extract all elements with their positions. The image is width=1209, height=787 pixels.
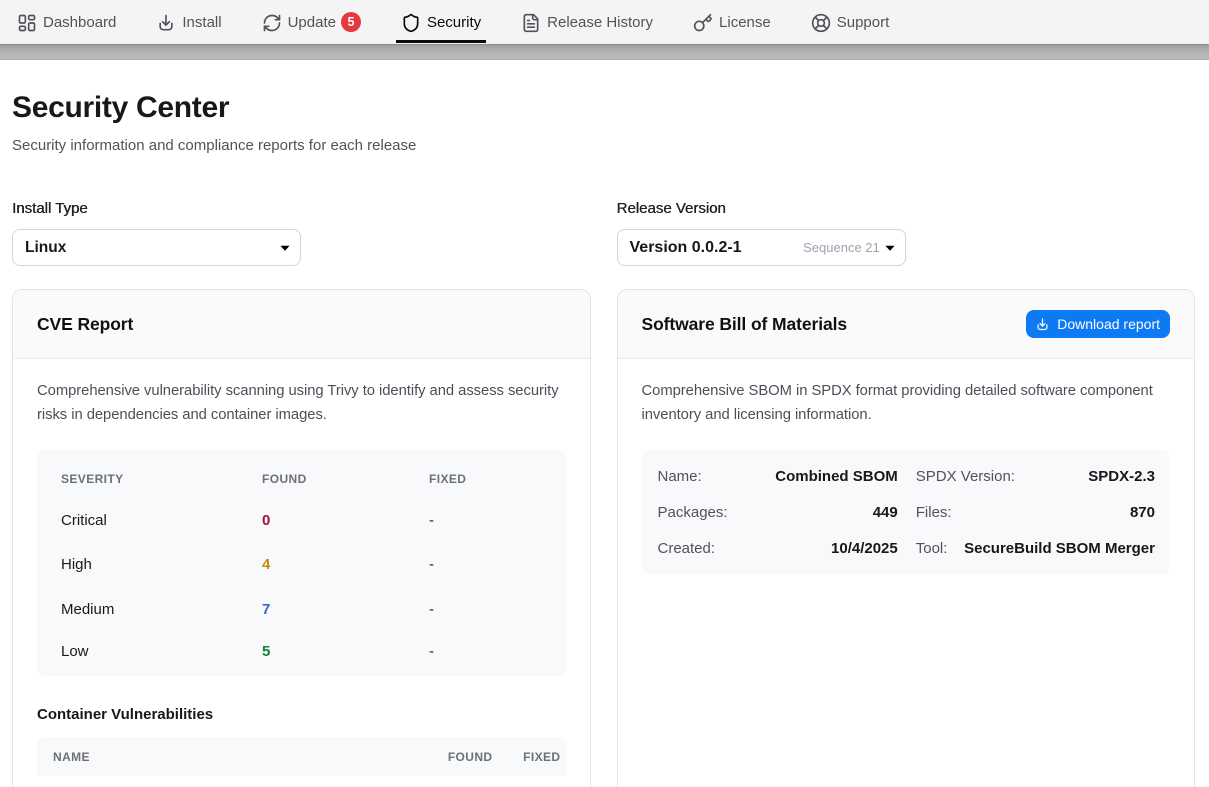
install-type-label: Install Type: [12, 200, 591, 217]
nav-label: Support: [837, 14, 890, 31]
nav-item-security[interactable]: Security: [396, 0, 486, 44]
update-icon: [262, 13, 282, 33]
fixed-count: -: [429, 632, 566, 677]
nav-item-dashboard[interactable]: Dashboard: [12, 0, 121, 44]
cve-description: Comprehensive vulnerability scanning usi…: [37, 379, 566, 427]
name-col-header: NAME: [53, 750, 425, 764]
fixed-count: -: [429, 543, 566, 588]
found-count: 5: [262, 632, 429, 677]
dashboard-icon: [17, 13, 37, 33]
field-label: Tool:: [916, 540, 948, 557]
release-version-select[interactable]: Version 0.0.2-1 Sequence 21: [617, 229, 906, 266]
sbom-field-created: Created: 10/4/2025: [642, 530, 906, 566]
download-report-button[interactable]: Download report: [1026, 310, 1170, 338]
field-label: Name:: [658, 468, 702, 485]
page-title: Security Center: [12, 91, 1195, 125]
cve-card-title: CVE Report: [37, 314, 133, 335]
release-version-group: Release Version Version 0.0.2-1 Sequence…: [617, 200, 1196, 266]
main-content: Security Center Security information and…: [0, 60, 1209, 787]
download-icon: [1035, 317, 1050, 332]
field-label: SPDX Version:: [916, 468, 1015, 485]
window-divider-strip: [0, 44, 1209, 60]
found-col-header: FOUND: [425, 750, 493, 764]
severity-label: Low: [37, 632, 262, 677]
sbom-field-files: Files: 870: [906, 494, 1170, 530]
fixed-count: -: [429, 498, 566, 543]
table-row: Low 5 -: [37, 632, 566, 677]
filters-row: Install Type Linux Release Version Versi…: [12, 200, 1195, 266]
sbom-field-name: Name: Combined SBOM: [642, 458, 906, 494]
severity-col-header: SEVERITY: [37, 450, 262, 498]
table-row: High 4 -: [37, 543, 566, 588]
top-navigation: Dashboard Install Update 5 Security Rele…: [0, 0, 1209, 44]
sbom-card-header: Software Bill of Materials Download repo…: [618, 290, 1195, 359]
nav-label: License: [719, 14, 771, 31]
nav-label: Release History: [547, 14, 653, 31]
sbom-card-title: Software Bill of Materials: [642, 314, 848, 335]
nav-item-license[interactable]: License: [688, 0, 776, 44]
support-icon: [811, 13, 831, 33]
cve-card-body: Comprehensive vulnerability scanning usi…: [13, 359, 590, 787]
container-vulnerabilities-title: Container Vulnerabilities: [37, 706, 566, 723]
fixed-col-header: FIXED: [429, 450, 566, 498]
table-row: Critical 0 -: [37, 498, 566, 543]
found-col-header: FOUND: [262, 450, 429, 498]
nav-label: Update: [288, 14, 336, 31]
report-cards: CVE Report Comprehensive vulnerability s…: [12, 289, 1195, 787]
found-count: 7: [262, 587, 429, 632]
release-history-icon: [521, 13, 541, 33]
cve-card-header: CVE Report: [13, 290, 590, 359]
install-type-select[interactable]: Linux: [12, 229, 301, 266]
nav-item-install[interactable]: Install: [151, 0, 226, 44]
cve-report-card: CVE Report Comprehensive vulnerability s…: [12, 289, 591, 787]
severity-table: SEVERITY FOUND FIXED Critical 0 -: [37, 450, 566, 676]
found-count: 4: [262, 543, 429, 588]
sbom-info-grid: Name: Combined SBOM SPDX Version: SPDX-2…: [642, 458, 1171, 566]
release-version-label: Release Version: [617, 200, 1196, 217]
field-value: SecureBuild SBOM Merger: [964, 540, 1155, 557]
sbom-description: Comprehensive SBOM in SPDX format provid…: [642, 379, 1171, 427]
install-icon: [156, 13, 176, 33]
field-value: 10/4/2025: [831, 540, 898, 557]
sbom-field-spdx-version: SPDX Version: SPDX-2.3: [906, 458, 1170, 494]
sbom-field-tool: Tool: SecureBuild SBOM Merger: [906, 530, 1170, 566]
nav-item-release-history[interactable]: Release History: [516, 0, 658, 44]
sbom-field-packages: Packages: 449: [642, 494, 906, 530]
field-label: Files:: [916, 504, 952, 521]
severity-label: Critical: [37, 498, 262, 543]
sbom-info-panel: Name: Combined SBOM SPDX Version: SPDX-2…: [642, 450, 1171, 574]
field-value: Combined SBOM: [775, 468, 898, 485]
field-label: Packages:: [658, 504, 728, 521]
caret-down-icon: [885, 245, 895, 251]
field-value: 870: [1130, 504, 1155, 521]
nav-item-support[interactable]: Support: [806, 0, 895, 44]
nav-label: Security: [427, 14, 481, 31]
fixed-count: -: [429, 587, 566, 632]
install-type-group: Install Type Linux: [12, 200, 591, 266]
table-row: Medium 7 -: [37, 587, 566, 632]
caret-down-icon: [280, 245, 290, 251]
page-subtitle: Security information and compliance repo…: [12, 137, 1195, 154]
install-type-value: Linux: [25, 239, 66, 257]
release-sequence-label: Sequence 21: [803, 240, 880, 255]
license-icon: [693, 13, 713, 33]
container-table-header: NAME FOUND FIXED: [37, 737, 566, 776]
nav-label: Install: [182, 14, 221, 31]
nav-item-update[interactable]: Update 5: [257, 0, 366, 44]
security-icon: [401, 13, 421, 33]
field-value: SPDX-2.3: [1088, 468, 1155, 485]
found-count: 0: [262, 498, 429, 543]
sbom-card-body: Comprehensive SBOM in SPDX format provid…: [618, 359, 1195, 787]
update-count-badge: 5: [341, 12, 361, 32]
download-report-label: Download report: [1057, 316, 1160, 332]
nav-label: Dashboard: [43, 14, 116, 31]
severity-table-panel: SEVERITY FOUND FIXED Critical 0 -: [37, 450, 566, 676]
field-value: 449: [873, 504, 898, 521]
severity-label: Medium: [37, 587, 262, 632]
release-version-value: Version 0.0.2-1: [630, 239, 742, 257]
severity-label: High: [37, 543, 262, 588]
field-label: Created:: [658, 540, 716, 557]
fixed-col-header: FIXED: [493, 750, 561, 764]
sbom-card: Software Bill of Materials Download repo…: [617, 289, 1196, 787]
